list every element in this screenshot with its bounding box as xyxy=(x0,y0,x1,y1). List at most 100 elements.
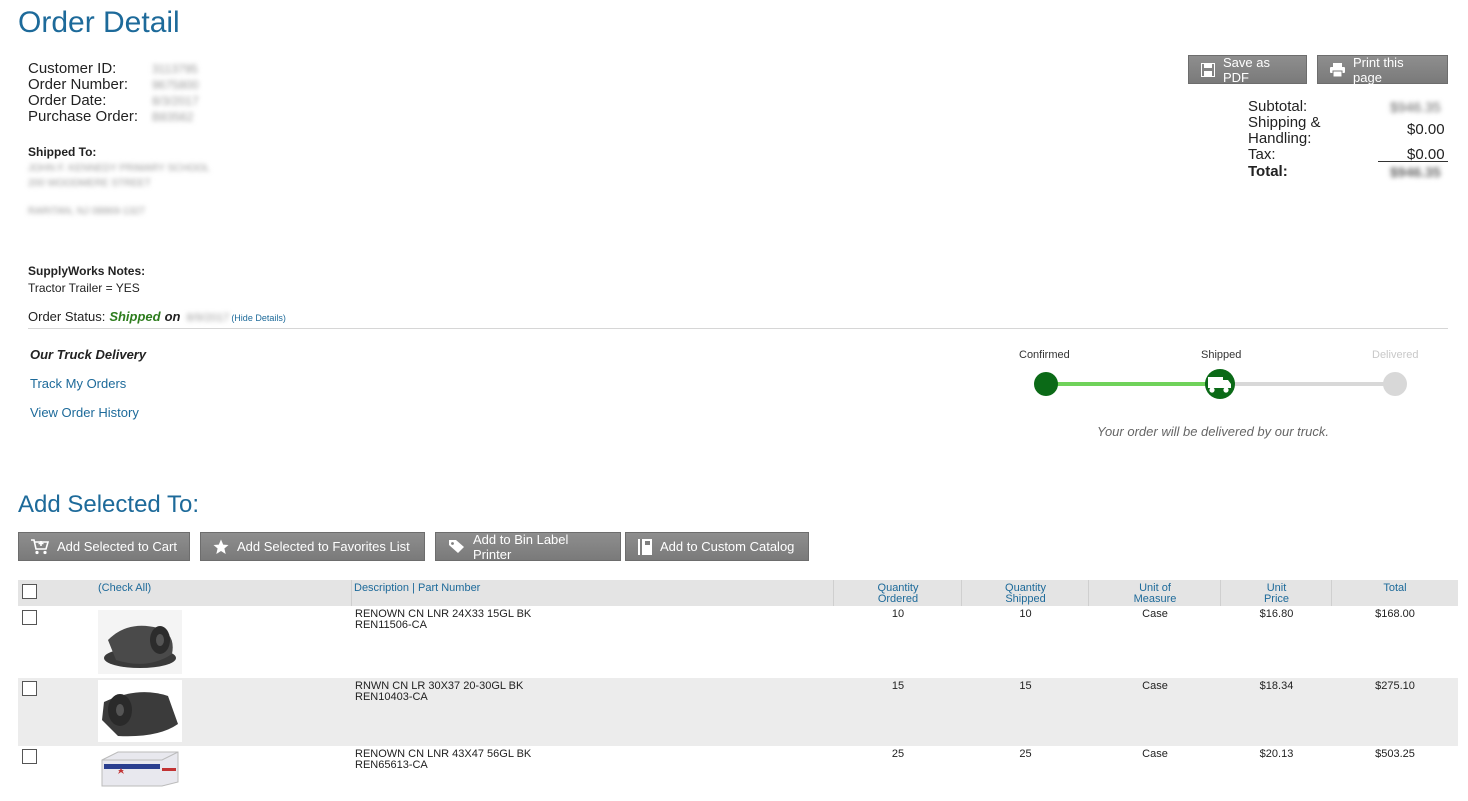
header-unit-price-line2: Price xyxy=(1263,593,1290,605)
item-qty-ordered: 15 xyxy=(891,680,905,692)
header-uom: Unit of Measure xyxy=(1089,580,1221,605)
catalog-icon xyxy=(638,538,652,555)
subtotal-label: Subtotal: xyxy=(1248,98,1308,115)
shipped-to-line-2: 200 WOODMERE STREET xyxy=(28,178,151,189)
save-pdf-label: Save as PDF xyxy=(1223,54,1270,85)
row-checkbox[interactable] xyxy=(22,681,37,696)
header-qty-ordered: Quantity Ordered xyxy=(834,580,962,605)
order-number-value: 9675800 xyxy=(152,78,199,92)
tracker-dot-delivered xyxy=(1383,372,1407,396)
save-icon xyxy=(1201,62,1215,77)
order-status-value: Shipped xyxy=(109,309,161,324)
add-to-custom-catalog-button[interactable]: Add to Custom Catalog xyxy=(625,532,809,561)
header-qty-shipped: Quantity Shipped xyxy=(962,580,1089,605)
total-value: $946.35 xyxy=(1390,164,1441,180)
page-title: Order Detail xyxy=(18,6,180,39)
shipped-to-line-1: JOHN F. KENNEDY PRIMARY SCHOOL xyxy=(28,163,210,174)
status-divider xyxy=(28,328,1448,329)
delivery-title: Our Truck Delivery xyxy=(30,347,147,362)
tracker-dot-confirmed xyxy=(1034,372,1058,396)
item-uom: Case xyxy=(1142,680,1168,692)
order-number-label: Order Number: xyxy=(28,76,129,93)
add-to-bin-label-button[interactable]: Add to Bin Label Printer xyxy=(435,531,621,562)
table-row: RENOWN CN LNR 24X33 15GL BK REN11506-CA … xyxy=(18,606,1458,678)
add-to-cart-label: Add Selected to Cart xyxy=(57,539,177,554)
header-unit-price: Unit Price xyxy=(1221,580,1332,605)
printer-icon xyxy=(1330,62,1345,77)
save-pdf-button[interactable]: Save as PDF xyxy=(1188,54,1307,85)
tracker-step-delivered: Delivered xyxy=(1372,349,1419,361)
item-unit-price: $18.34 xyxy=(1259,680,1294,692)
item-unit-price: $20.13 xyxy=(1259,748,1294,760)
header-total: Total xyxy=(1383,582,1407,594)
purchase-order-label: Purchase Order: xyxy=(28,108,139,125)
track-orders-link[interactable]: Track My Orders xyxy=(30,376,126,391)
item-part-number[interactable]: REN10403-CA xyxy=(355,691,428,703)
order-status-date: 8/9/2017 xyxy=(186,312,230,324)
tax-label: Tax: xyxy=(1248,146,1276,163)
item-part-number[interactable]: REN65613-CA xyxy=(355,759,428,771)
check-all-link[interactable]: (Check All) xyxy=(98,580,151,594)
shipping-label-line2: Handling: xyxy=(1248,130,1312,147)
cart-icon xyxy=(31,538,49,554)
shipping-value: $0.00 xyxy=(1407,121,1445,138)
product-image xyxy=(98,748,182,788)
shipping-label-line1: Shipping & xyxy=(1248,114,1321,131)
hide-details-link[interactable]: (Hide Details) xyxy=(231,313,286,323)
subtotal-value: $946.35 xyxy=(1390,99,1441,115)
tracker-step-confirmed: Confirmed xyxy=(1019,349,1070,361)
item-total: $503.25 xyxy=(1375,748,1415,760)
header-qty-ordered-line2: Ordered xyxy=(877,593,919,605)
table-header: (Check All) Description | Part Number Qu… xyxy=(18,580,1458,606)
item-qty-ordered: 10 xyxy=(891,608,905,620)
item-unit-price: $16.80 xyxy=(1259,608,1294,620)
add-selected-heading: Add Selected To: xyxy=(18,491,200,518)
notes-label: SupplyWorks Notes: xyxy=(28,264,146,278)
total-label: Total: xyxy=(1248,163,1288,180)
print-label: Print this page xyxy=(1353,54,1404,85)
item-part-number[interactable]: REN11506-CA xyxy=(355,619,427,631)
check-all-checkbox[interactable] xyxy=(22,584,37,599)
item-qty-shipped: 25 xyxy=(1019,748,1032,760)
item-uom: Case xyxy=(1142,608,1168,620)
tag-icon xyxy=(449,540,464,553)
item-qty-ordered: 25 xyxy=(891,748,905,760)
add-to-cart-button[interactable]: Add Selected to Cart xyxy=(18,532,190,561)
customer-info: Customer ID: Order Number: Order Date: P… xyxy=(28,61,138,125)
shipped-to-line-3: RARITAN, NJ 08869-1327 xyxy=(28,206,146,217)
item-total: $275.10 xyxy=(1375,680,1415,692)
order-history-link[interactable]: View Order History xyxy=(30,405,139,420)
shipped-to-label: Shipped To: xyxy=(28,145,97,159)
tracker-step-shipped: Shipped xyxy=(1201,349,1242,361)
table-row: RNWN CN LR 30X37 20-30GL BK REN10403-CA … xyxy=(18,678,1458,746)
product-image xyxy=(98,610,182,674)
order-date-label: Order Date: xyxy=(28,92,107,109)
purchase-order-value: B83562 xyxy=(152,110,194,124)
add-to-favorites-button[interactable]: Add Selected to Favorites List xyxy=(200,532,425,561)
item-qty-shipped: 15 xyxy=(1019,680,1032,692)
add-to-favorites-label: Add Selected to Favorites List xyxy=(237,539,410,554)
order-status-on: on xyxy=(164,309,181,324)
print-button[interactable]: Print this page xyxy=(1317,54,1448,85)
row-checkbox[interactable] xyxy=(22,610,37,625)
row-checkbox[interactable] xyxy=(22,749,37,764)
product-image xyxy=(98,680,182,742)
customer-id-value: 3113795 xyxy=(152,62,198,76)
header-uom-line2: Measure xyxy=(1133,593,1177,605)
header-qty-shipped-line2: Shipped xyxy=(1005,593,1046,605)
star-icon xyxy=(213,539,229,554)
totals-rule xyxy=(1378,161,1448,162)
table-row: RENOWN CN LNR 43X47 56GL BK REN65613-CA … xyxy=(18,746,1458,792)
header-description: Description | Part Number xyxy=(354,582,481,594)
customer-id-label: Customer ID: xyxy=(28,60,117,77)
add-to-bin-label-label: Add to Bin Label Printer xyxy=(473,531,569,562)
delivery-tracker xyxy=(1034,369,1407,399)
add-to-custom-catalog-label: Add to Custom Catalog xyxy=(660,539,795,554)
order-date-value: 8/3/2017 xyxy=(152,94,199,108)
customer-values: 3113795 9675800 8/3/2017 B83562 xyxy=(152,61,199,125)
item-uom: Case xyxy=(1142,748,1168,760)
item-qty-shipped: 10 xyxy=(1019,608,1032,620)
item-total: $168.00 xyxy=(1375,608,1415,620)
order-status: Order Status: Shipped on 8/9/2017 (Hide … xyxy=(28,309,286,324)
delivery-message: Your order will be delivered by our truc… xyxy=(1097,424,1329,439)
